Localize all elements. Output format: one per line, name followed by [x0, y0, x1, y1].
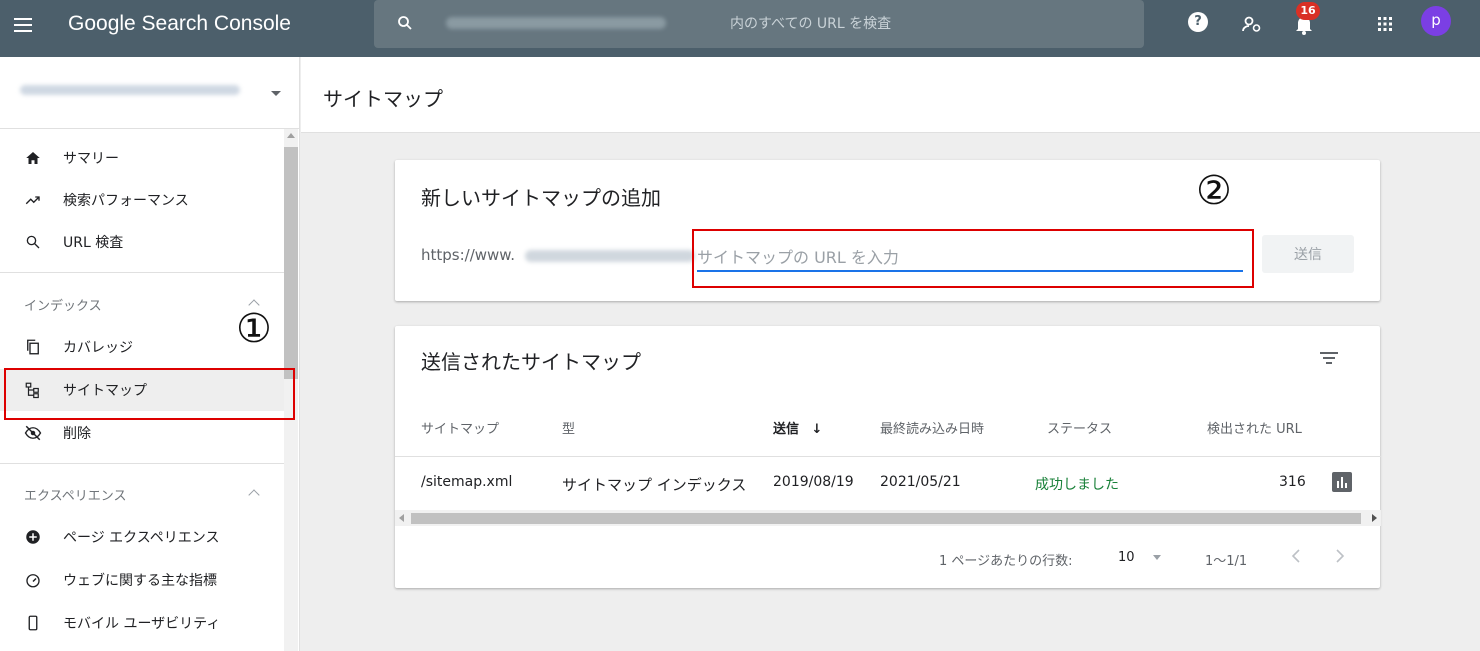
page-title: サイトマップ	[323, 87, 443, 111]
property-selector[interactable]	[0, 57, 300, 129]
speed-icon	[26, 574, 40, 588]
submitted-sitemaps-card: 送信されたサイトマップ サイトマップ 型 送信 ↓ 最終読み込み日時 ステータス…	[395, 326, 1381, 588]
sidebar-item-core-web-vitals[interactable]: ウェブに関する主な指標	[0, 559, 285, 601]
cell-sitemap: /sitemap.xml	[421, 474, 513, 490]
section-heading-index: インデックス	[24, 299, 102, 314]
column-header-sitemap[interactable]: サイトマップ	[421, 418, 499, 437]
apps-icon[interactable]	[1373, 12, 1397, 36]
trending-icon	[25, 196, 40, 205]
sidebar-item-label: 検索パフォーマンス	[63, 193, 189, 209]
bar-chart-icon[interactable]	[1332, 472, 1352, 492]
sidebar-item-label: カバレッジ	[63, 340, 133, 356]
scroll-up-arrow-icon[interactable]	[287, 133, 295, 138]
annotation-number-1: ①	[236, 306, 272, 352]
cell-submitted: 2019/08/19	[773, 474, 854, 490]
blurred-domain	[446, 17, 666, 29]
top-app-bar: Google Search Console 内のすべての URL を検査 ? 1…	[0, 0, 1480, 57]
copy-icon	[27, 339, 39, 355]
cell-discovered-urls: 316	[1279, 474, 1306, 490]
sidebar-item-label: 削除	[63, 426, 91, 442]
sidebar: サマリー 検索パフォーマンス URL 検査 インデックス カバレッジ サイトマッ…	[0, 57, 300, 651]
divider	[0, 272, 285, 273]
sort-down-icon: ↓	[811, 422, 823, 437]
annotation-box-sitemap-input	[692, 229, 1254, 288]
scrollbar-thumb[interactable]	[411, 513, 1361, 524]
column-header-discovered-urls[interactable]: 検出された URL	[1207, 418, 1302, 437]
section-heading-experience: エクスペリエンス	[24, 489, 127, 504]
filter-icon[interactable]	[1319, 350, 1339, 366]
url-inspect-search[interactable]: 内のすべての URL を検査	[374, 0, 1144, 48]
visibility-off-icon	[24, 425, 42, 441]
blurred-property-url	[20, 85, 240, 95]
url-prefix: https://www.	[421, 246, 515, 264]
sidebar-item-performance[interactable]: 検索パフォーマンス	[0, 179, 285, 221]
pagination-range: 1～1/1	[1205, 554, 1248, 569]
sidebar-item-label: URL 検査	[63, 235, 124, 251]
chevron-down-icon	[271, 91, 281, 96]
column-header-last-read[interactable]: 最終読み込み日時	[880, 418, 984, 437]
chevron-up-icon[interactable]	[248, 489, 260, 501]
add-circle-icon	[26, 530, 40, 544]
cell-status: 成功しました	[1035, 477, 1119, 493]
help-icon[interactable]: ?	[1188, 12, 1208, 32]
search-placeholder: 内のすべての URL を検査	[730, 16, 892, 32]
rows-per-page-select[interactable]: 10	[1118, 550, 1161, 565]
search-icon	[26, 235, 40, 249]
chevron-down-icon	[1152, 555, 1161, 560]
notification-badge: 16	[1296, 2, 1320, 20]
sidebar-item-label: ウェブに関する主な指標	[63, 573, 217, 589]
search-icon	[398, 16, 412, 30]
table-horizontal-scrollbar[interactable]	[395, 510, 1381, 526]
next-page-icon[interactable]	[1333, 548, 1347, 564]
phone-icon	[28, 615, 38, 631]
sidebar-item-label: サマリー	[63, 151, 119, 167]
menu-icon[interactable]	[14, 18, 32, 32]
divider	[395, 456, 1381, 457]
add-sitemap-title: 新しいサイトマップの追加	[421, 186, 661, 210]
column-header-type[interactable]: 型	[562, 418, 575, 437]
column-header-submitted[interactable]: 送信 ↓	[773, 418, 822, 437]
account-avatar[interactable]: p	[1421, 6, 1451, 36]
sidebar-item-url-inspection[interactable]: URL 検査	[0, 221, 285, 263]
blurred-domain	[525, 250, 695, 262]
scrollbar-thumb[interactable]	[284, 147, 298, 379]
submitted-sitemaps-title: 送信されたサイトマップ	[421, 350, 641, 374]
app-title[interactable]: Google Search Console	[68, 12, 291, 36]
sidebar-item-label: ページ エクスペリエンス	[63, 530, 220, 546]
divider	[0, 463, 285, 464]
rows-per-page-value: 10	[1118, 550, 1135, 565]
previous-page-icon[interactable]	[1289, 548, 1303, 564]
column-header-status[interactable]: ステータス	[1047, 418, 1112, 437]
cell-last-read: 2021/05/21	[880, 474, 961, 490]
sidebar-item-mobile-usability[interactable]: モバイル ユーザビリティ	[0, 602, 285, 644]
sidebar-item-summary[interactable]: サマリー	[0, 137, 285, 179]
cell-type: サイトマップ インデックス	[562, 476, 747, 494]
sidebar-item-label: モバイル ユーザビリティ	[63, 616, 221, 632]
scroll-right-arrow-icon[interactable]	[1372, 514, 1377, 522]
annotation-box-sitemap-nav	[4, 368, 295, 420]
annotation-number-2: ②	[1196, 168, 1232, 214]
scroll-left-arrow-icon[interactable]	[399, 514, 404, 522]
home-icon	[26, 152, 40, 164]
column-header-label: 送信	[773, 422, 800, 437]
submit-button[interactable]: 送信	[1262, 235, 1354, 273]
page-header: サイトマップ	[301, 57, 1480, 133]
rows-per-page-label: 1 ページあたりの行数:	[939, 554, 1073, 569]
sidebar-item-page-experience[interactable]: ページ エクスペリエンス	[0, 516, 285, 558]
manage-users-icon[interactable]	[1240, 12, 1264, 36]
